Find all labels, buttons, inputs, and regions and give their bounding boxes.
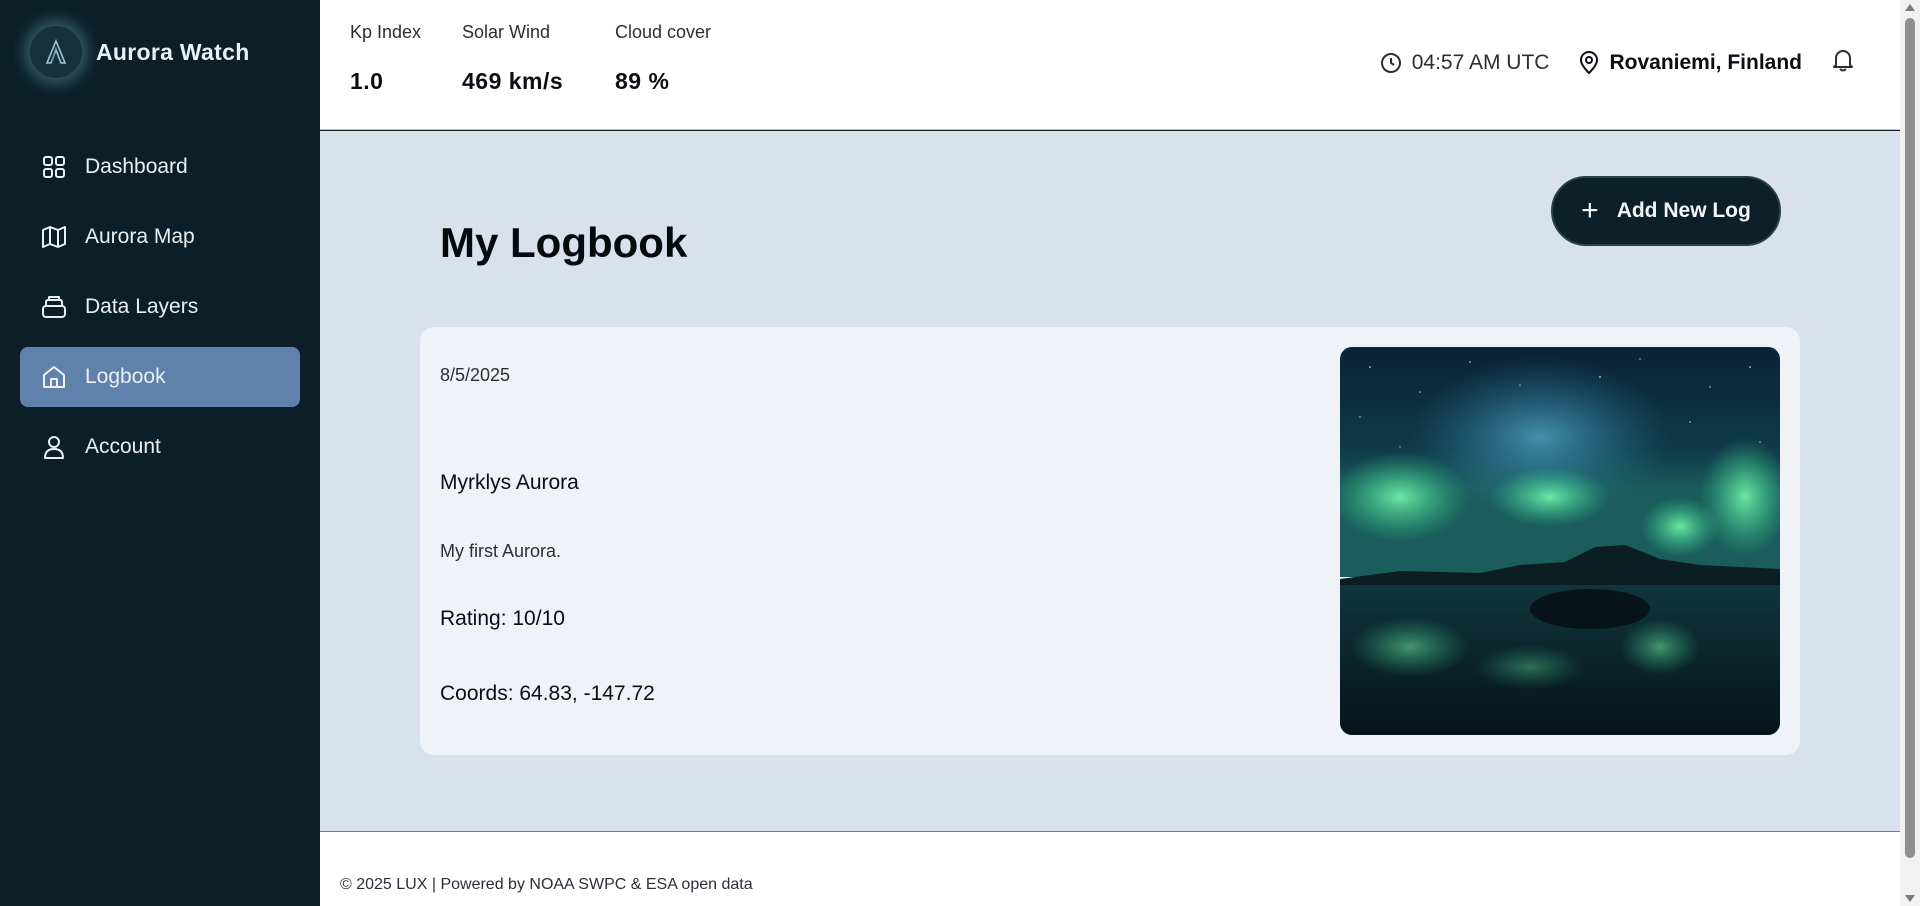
map-icon <box>40 223 68 251</box>
location[interactable]: Rovaniemi, Finland <box>1579 51 1802 75</box>
entry-description: My first Aurora. <box>440 541 562 561</box>
scroll-down-arrow-icon[interactable] <box>1905 895 1915 902</box>
stat-cloud-cover: Cloud cover 89 % <box>615 22 711 95</box>
location-text: Rovaniemi, Finland <box>1609 51 1802 74</box>
main-content: My Logbook + Add New Log 8/5/2025 Myrkly… <box>320 131 1900 831</box>
sidebar-item-aurora-map[interactable]: Aurora Map <box>20 207 300 267</box>
sidebar-item-logbook[interactable]: Logbook <box>20 347 300 407</box>
entry-rating: Rating: 10/10 <box>440 607 565 630</box>
entry-date: 8/5/2025 <box>440 365 511 385</box>
footer-text: © 2025 LUX | Powered by NOAA SWPC & ESA … <box>340 876 753 893</box>
stat-solar-wind: Solar Wind 469 km/s <box>462 22 563 95</box>
entry-coords: Coords: 64.83, -147.72 <box>440 682 655 705</box>
stat-value: 469 km/s <box>462 68 564 94</box>
sidebar-item-label: Dashboard <box>85 155 188 178</box>
bell-icon[interactable] <box>1832 48 1864 78</box>
layers-icon <box>40 293 68 321</box>
page-title: My Logbook <box>440 219 688 266</box>
stat-label: Solar Wind <box>462 22 551 42</box>
sidebar-item-label: Logbook <box>85 365 166 388</box>
stat-label: Cloud cover <box>615 22 712 42</box>
app-name: Aurora Watch <box>96 38 250 65</box>
add-button-label: Add New Log <box>1616 199 1751 222</box>
sidebar-item-dashboard[interactable]: Dashboard <box>20 137 300 197</box>
aurora-logo-icon <box>30 26 82 78</box>
scroll-up-arrow-icon[interactable] <box>1905 4 1915 11</box>
vertical-scrollbar[interactable] <box>1900 0 1920 906</box>
time-text: 04:57 AM UTC <box>1411 51 1550 74</box>
stat-kp-index: Kp Index 1.0 <box>350 22 421 95</box>
sidebar-item-label: Data Layers <box>85 295 199 318</box>
home-icon <box>40 363 68 391</box>
brand[interactable]: Aurora Watch <box>30 26 250 78</box>
topbar-right: 04:57 AM UTC Rovaniemi, Finland <box>1380 48 1864 78</box>
user-icon <box>40 433 68 461</box>
stat-value: 89 % <box>615 68 670 94</box>
stat-label: Kp Index <box>350 22 422 42</box>
sidebar-item-account[interactable]: Account <box>20 417 300 477</box>
scroll-thumb[interactable] <box>1905 18 1915 858</box>
entry-title: Myrklys Aurora <box>440 471 579 494</box>
topbar: Kp Index 1.0 Solar Wind 469 km/s Cloud c… <box>320 0 1900 130</box>
aurora-photo <box>1340 347 1780 735</box>
sidebar: Aurora Watch Dashboard Aurora Map Data L… <box>0 0 320 906</box>
sidebar-item-label: Account <box>85 435 161 458</box>
footer: © 2025 LUX | Powered by NOAA SWPC & ESA … <box>320 831 1900 906</box>
grid-icon <box>40 153 68 181</box>
stat-value: 1.0 <box>350 68 384 94</box>
log-entry-card[interactable]: 8/5/2025 Myrklys Aurora My first Aurora.… <box>420 327 1800 755</box>
add-new-log-button[interactable]: + Add New Log <box>1551 176 1781 246</box>
sidebar-item-data-layers[interactable]: Data Layers <box>20 277 300 337</box>
sidebar-nav: Dashboard Aurora Map Data Layers Logbook… <box>20 137 300 487</box>
utc-time: 04:57 AM UTC <box>1380 51 1550 75</box>
plus-icon: + <box>1581 194 1599 227</box>
location-pin-icon <box>1580 51 1599 75</box>
sidebar-item-label: Aurora Map <box>85 225 195 248</box>
clock-icon <box>1380 53 1401 73</box>
